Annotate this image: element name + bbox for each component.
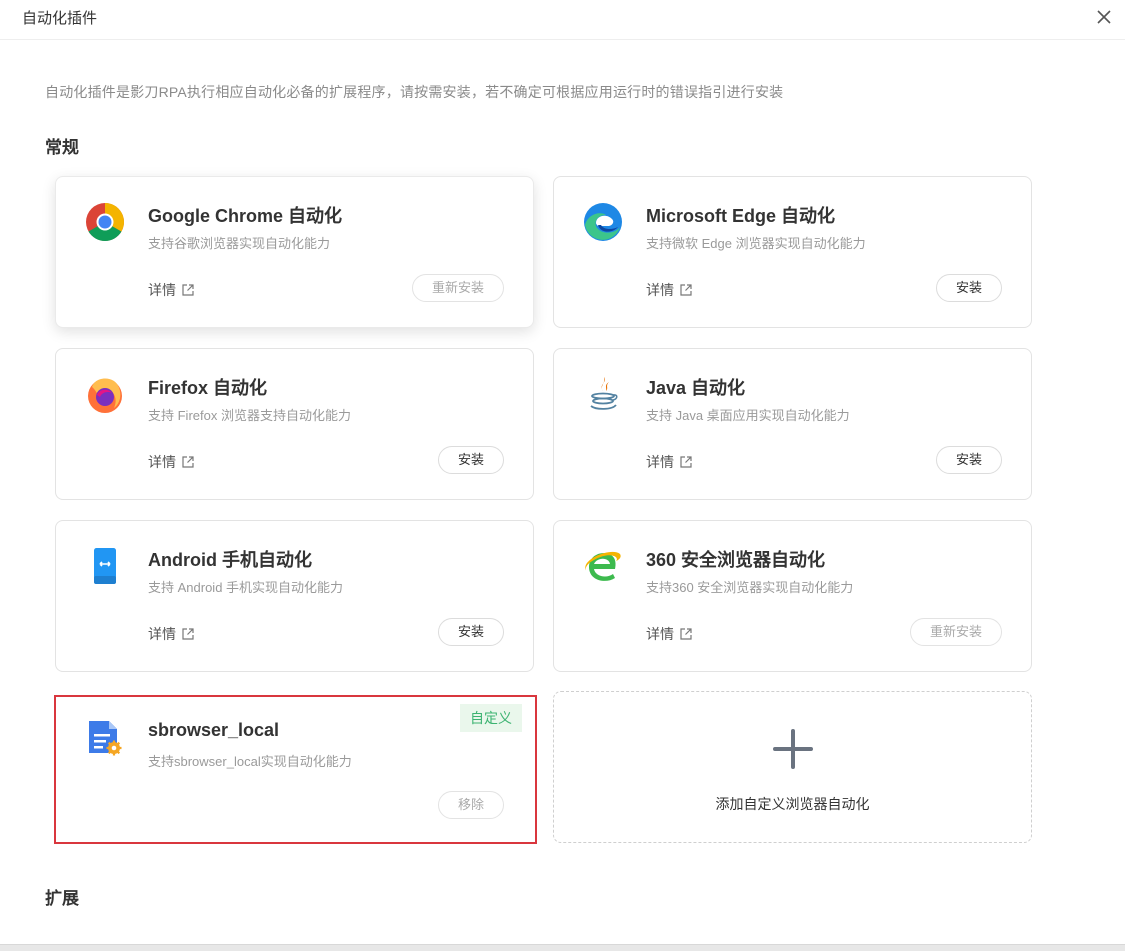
card-title: sbrowser_local [148,720,280,740]
section-extension-title: 扩展 [45,889,79,908]
dialog-title: 自动化插件 [22,10,98,27]
card-description: 支持 Java 桌面应用实现自动化能力 [646,408,850,423]
install-button[interactable]: 安装 [935,446,1002,474]
card-description: 支持谷歌浏览器实现自动化能力 [148,236,331,251]
details-link[interactable]: 详情 [148,624,195,644]
card-title: 360 安全浏览器自动化 [646,550,826,570]
custom-badge: 自定义 [460,704,522,732]
install-button[interactable]: 安装 [437,446,504,474]
bottom-strip [0,944,1125,951]
details-label: 详情 [148,282,176,298]
plugin-card-sbrowser-local: sbrowser_local 支持sbrowser_local实现自动化能力 自… [54,695,537,844]
custom-browser-icon [89,721,122,756]
plugin-card-android: Android 手机自动化 支持 Android 手机实现自动化能力 详情 安装 [55,520,534,672]
external-link-icon [680,456,692,468]
external-link-icon [182,284,194,296]
external-link-icon [680,284,692,296]
card-description: 支持 Android 手机实现自动化能力 [148,580,344,595]
close-icon[interactable] [1093,6,1115,28]
reinstall-button[interactable]: 重新安装 [909,618,1002,646]
details-label: 详情 [646,454,674,470]
plus-icon [773,729,813,769]
card-title: Firefox 自动化 [148,378,268,398]
details-label: 详情 [148,454,176,470]
card-title: Microsoft Edge 自动化 [646,206,836,226]
edge-icon [584,203,622,241]
details-label: 详情 [646,282,674,298]
details-link[interactable]: 详情 [148,452,195,472]
chrome-icon [86,203,124,241]
plugin-card-chrome: Google Chrome 自动化 支持谷歌浏览器实现自动化能力 详情 重新安装 [55,176,534,328]
360-browser-icon [585,551,621,581]
add-custom-browser-card[interactable]: 添加自定义浏览器自动化 [553,691,1032,843]
plugin-card-360: 360 安全浏览器自动化 支持360 安全浏览器实现自动化能力 详情 重新安装 [553,520,1032,672]
firefox-icon [88,378,122,413]
remove-button[interactable]: 移除 [437,791,504,819]
section-general-title: 常规 [45,138,79,157]
details-label: 详情 [148,626,176,642]
plugin-card-firefox: Firefox 自动化 支持 Firefox 浏览器支持自动化能力 详情 安装 [55,348,534,500]
card-description: 支持微软 Edge 浏览器实现自动化能力 [646,236,866,251]
card-title: Java 自动化 [646,378,746,398]
details-link[interactable]: 详情 [646,452,693,472]
card-title: Google Chrome 自动化 [148,206,343,226]
external-link-icon [182,628,194,640]
external-link-icon [680,628,692,640]
card-description: 支持sbrowser_local实现自动化能力 [148,754,352,769]
details-label: 详情 [646,626,674,642]
plugin-card-edge: Microsoft Edge 自动化 支持微软 Edge 浏览器实现自动化能力 … [553,176,1032,328]
install-button[interactable]: 安装 [437,618,504,646]
details-link[interactable]: 详情 [646,280,693,300]
android-phone-icon [94,548,116,584]
external-link-icon [182,456,194,468]
card-description: 支持 Firefox 浏览器支持自动化能力 [148,408,351,423]
card-description: 支持360 安全浏览器实现自动化能力 [646,580,854,595]
plugin-card-java: Java 自动化 支持 Java 桌面应用实现自动化能力 详情 安装 [553,348,1032,500]
reinstall-button[interactable]: 重新安装 [411,274,504,302]
java-icon [590,377,618,410]
install-button[interactable]: 安装 [935,274,1002,302]
details-link[interactable]: 详情 [148,280,195,300]
intro-text: 自动化插件是影刀RPA执行相应自动化必备的扩展程序，请按需安装，若不确定可根据应… [45,84,784,100]
card-title: Android 手机自动化 [148,550,312,570]
add-custom-browser-label: 添加自定义浏览器自动化 [715,796,870,812]
dialog-header: 自动化插件 [0,0,1125,40]
details-link[interactable]: 详情 [646,624,693,644]
